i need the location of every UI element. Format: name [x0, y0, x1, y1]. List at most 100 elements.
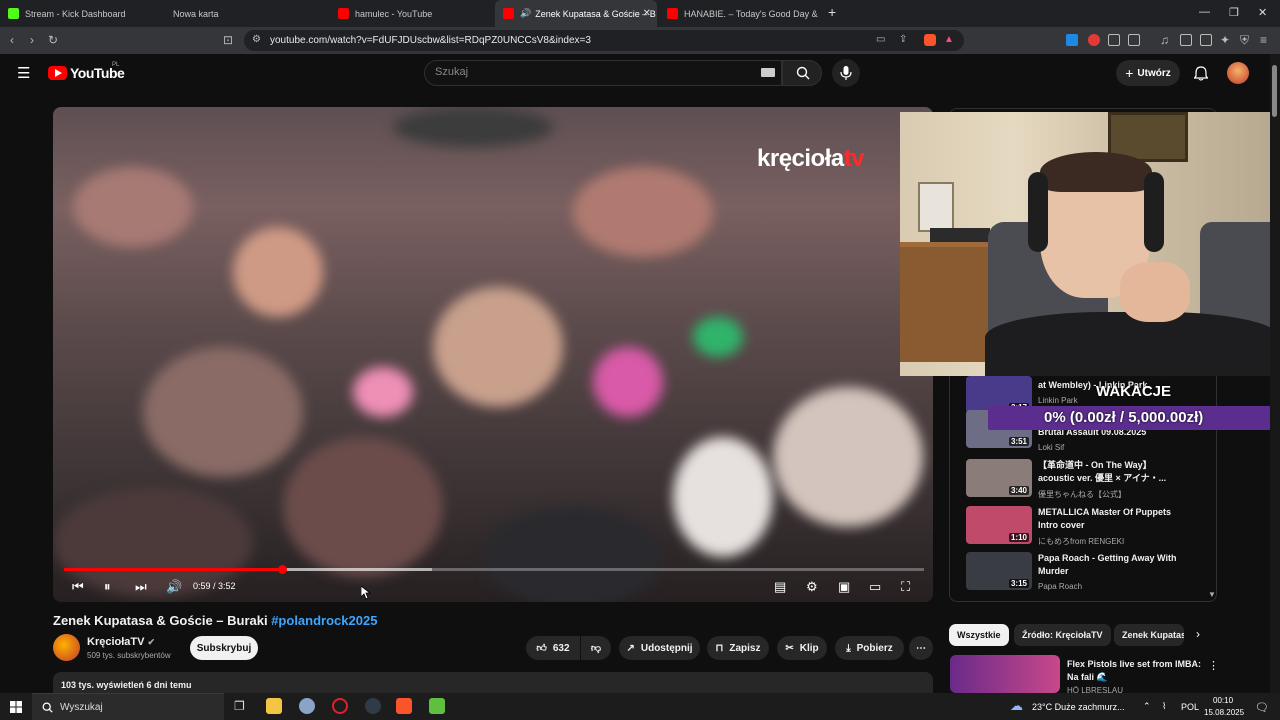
- leo-ai-icon[interactable]: ✦: [1220, 33, 1230, 47]
- forward-icon[interactable]: ›: [30, 33, 34, 47]
- tab-hamulec-youtube[interactable]: hamulec - YouTube: [330, 0, 495, 27]
- search-input[interactable]: [435, 66, 735, 78]
- chip-all[interactable]: Wszystkie: [949, 624, 1009, 646]
- chip-zenek[interactable]: Zenek Kupatas: [1114, 624, 1184, 646]
- like-button[interactable]: 👍︎ 632: [526, 636, 580, 660]
- volume-icon[interactable]: 🔊: [166, 579, 182, 595]
- close-icon[interactable]: ✕: [643, 8, 651, 19]
- windows-taskbar: Wyszukaj ❐ ☁ 23°C Duże zachmurz... ⌃ ⌇ P…: [0, 693, 1280, 720]
- task-view-icon[interactable]: ❐: [234, 699, 245, 713]
- keyboard-icon[interactable]: [761, 68, 775, 77]
- cast-icon[interactable]: ▭: [876, 34, 885, 45]
- browser-toolbar: ‹ › ↻ ⊡ ⚙ youtube.com/watch?v=FdUFJDUscb…: [0, 27, 1280, 54]
- weather-text[interactable]: 23°C Duże zachmurz...: [1032, 702, 1125, 712]
- settings-gear-icon[interactable]: ⚙: [806, 579, 818, 595]
- app-icon[interactable]: [365, 698, 381, 714]
- tab-hanabie-youtube[interactable]: HANABIE. – Today's Good Day & So: [659, 0, 819, 27]
- page-scrollbar-thumb[interactable]: [1272, 65, 1277, 117]
- recommended-title[interactable]: Flex Pistols live set from IMBA: Na fali…: [1067, 658, 1202, 684]
- create-button[interactable]: + Utwórz: [1116, 60, 1180, 86]
- user-avatar[interactable]: [1227, 62, 1249, 84]
- share-button[interactable]: ↗ Udostępnij: [619, 636, 700, 660]
- windows-start-icon[interactable]: [10, 701, 22, 713]
- tab-kick-dashboard[interactable]: Stream - Kick Dashboard: [0, 0, 165, 27]
- clock-date[interactable]: 15.08.2025: [1204, 708, 1244, 717]
- next-icon[interactable]: ⏭: [135, 579, 147, 595]
- recommended-thumbnail[interactable]: [950, 655, 1060, 693]
- tab-title: HANABIE. – Today's Good Day & So: [684, 8, 819, 19]
- back-icon[interactable]: ‹: [10, 33, 14, 47]
- video-hashtag-link[interactable]: #polandrock2025: [271, 613, 377, 628]
- translate-extension-icon[interactable]: [1066, 34, 1078, 46]
- clock-time[interactable]: 00:10: [1213, 696, 1233, 705]
- fullscreen-icon[interactable]: ⛶: [901, 579, 910, 595]
- minimize-button[interactable]: —: [1199, 6, 1210, 18]
- screenshot-icon[interactable]: [1128, 34, 1140, 46]
- extension-icon[interactable]: [1088, 34, 1100, 46]
- more-actions-button[interactable]: ⋯: [909, 636, 933, 660]
- save-button[interactable]: ⊓ Zapisz: [707, 636, 769, 660]
- webcam-person-hand: [1120, 262, 1190, 322]
- close-window-button[interactable]: ✕: [1258, 6, 1267, 19]
- pause-icon[interactable]: ⏸: [104, 579, 111, 595]
- notifications-icon[interactable]: 🗨︎: [1255, 701, 1269, 714]
- brave-browser-icon[interactable]: [396, 698, 412, 714]
- video-frame-region: [483, 507, 663, 602]
- show-hidden-icons-chevron-icon[interactable]: ⌃: [1143, 701, 1151, 712]
- clip-button[interactable]: ✂ Klip: [777, 636, 827, 660]
- sidebar-icon[interactable]: [1180, 34, 1192, 46]
- channel-avatar[interactable]: [53, 634, 80, 661]
- file-explorer-icon[interactable]: [266, 698, 282, 714]
- wallet-icon[interactable]: [1200, 34, 1212, 46]
- language-indicator[interactable]: POL: [1181, 702, 1199, 712]
- playlist-scroll-down-icon[interactable]: ▼: [1208, 590, 1216, 599]
- notifications-bell-icon[interactable]: [1194, 66, 1208, 81]
- channel-name[interactable]: KręciołaTV ✔: [87, 636, 155, 648]
- tab-new[interactable]: Nowa karta: [165, 0, 330, 27]
- video-player[interactable]: [53, 107, 933, 602]
- menu-icon[interactable]: ≡: [1260, 33, 1267, 47]
- duration-badge: 1:10: [1008, 533, 1029, 542]
- brave-shield-icon[interactable]: [924, 34, 936, 46]
- share-icon[interactable]: ⇪: [899, 34, 907, 45]
- theater-mode-icon[interactable]: ▭: [869, 579, 881, 595]
- app-icon[interactable]: [299, 698, 315, 714]
- chip-source-channel[interactable]: Źródło: KręciołaTV: [1014, 624, 1111, 646]
- media-icon[interactable]: ♫: [1160, 33, 1169, 47]
- voice-search-button[interactable]: [832, 59, 860, 87]
- page-scrollbar[interactable]: [1270, 54, 1280, 693]
- network-icon[interactable]: ⌇: [1162, 701, 1166, 712]
- brave-rewards-icon[interactable]: ▲: [944, 34, 954, 45]
- miniplayer-icon[interactable]: ▣: [838, 579, 850, 595]
- site-info-icon[interactable]: ⚙: [252, 34, 261, 45]
- tab-zenek-youtube[interactable]: 🔊 Zenek Kupatasa & Goście – B ✕: [495, 0, 657, 27]
- more-vertical-icon[interactable]: ⋮: [1208, 659, 1219, 672]
- video-frame-region: [773, 387, 923, 527]
- bookmark-icon[interactable]: ⊡: [223, 33, 233, 47]
- playlist-item[interactable]: 1:10 METALLICA Master Of Puppets Intro c…: [966, 506, 1216, 546]
- address-bar[interactable]: ⚙ youtube.com/watch?v=FdUFJDUscbw&list=R…: [244, 30, 964, 51]
- playlist-item[interactable]: 3:40 【革命道中 - On The Way】acoustic ver. 優里…: [966, 459, 1216, 499]
- tab-title: Nowa karta: [173, 8, 219, 19]
- search-button[interactable]: [782, 60, 822, 86]
- donation-goal-title: WAKACJE: [1096, 383, 1172, 400]
- extensions-puzzle-icon[interactable]: [1108, 34, 1120, 46]
- subtitles-icon[interactable]: ▤: [774, 579, 786, 595]
- search-box[interactable]: [424, 60, 782, 86]
- playlist-item[interactable]: 3:15 Papa Roach - Getting Away With Murd…: [966, 552, 1216, 592]
- subscribe-button[interactable]: Subskrybuj: [190, 636, 258, 660]
- vpn-icon[interactable]: ⛨: [1240, 33, 1249, 48]
- chevron-right-icon[interactable]: ›: [1196, 627, 1200, 641]
- hamburger-menu-icon[interactable]: ☰: [17, 64, 30, 82]
- reload-icon[interactable]: ↻: [48, 33, 58, 47]
- url-text: youtube.com/watch?v=FdUFJDUscbw&list=RDq…: [270, 35, 591, 46]
- restore-button[interactable]: ❐: [1229, 6, 1239, 19]
- new-tab-button[interactable]: +: [828, 4, 836, 20]
- taskbar-search[interactable]: Wyszukaj: [32, 693, 224, 720]
- seek-handle[interactable]: [278, 565, 287, 574]
- download-button[interactable]: ⤓ Pobierz: [835, 636, 904, 660]
- streaming-app-icon[interactable]: [429, 698, 445, 714]
- opera-icon[interactable]: [332, 698, 348, 714]
- previous-icon[interactable]: ⏮: [72, 579, 84, 595]
- dislike-button[interactable]: 👎︎: [581, 636, 611, 660]
